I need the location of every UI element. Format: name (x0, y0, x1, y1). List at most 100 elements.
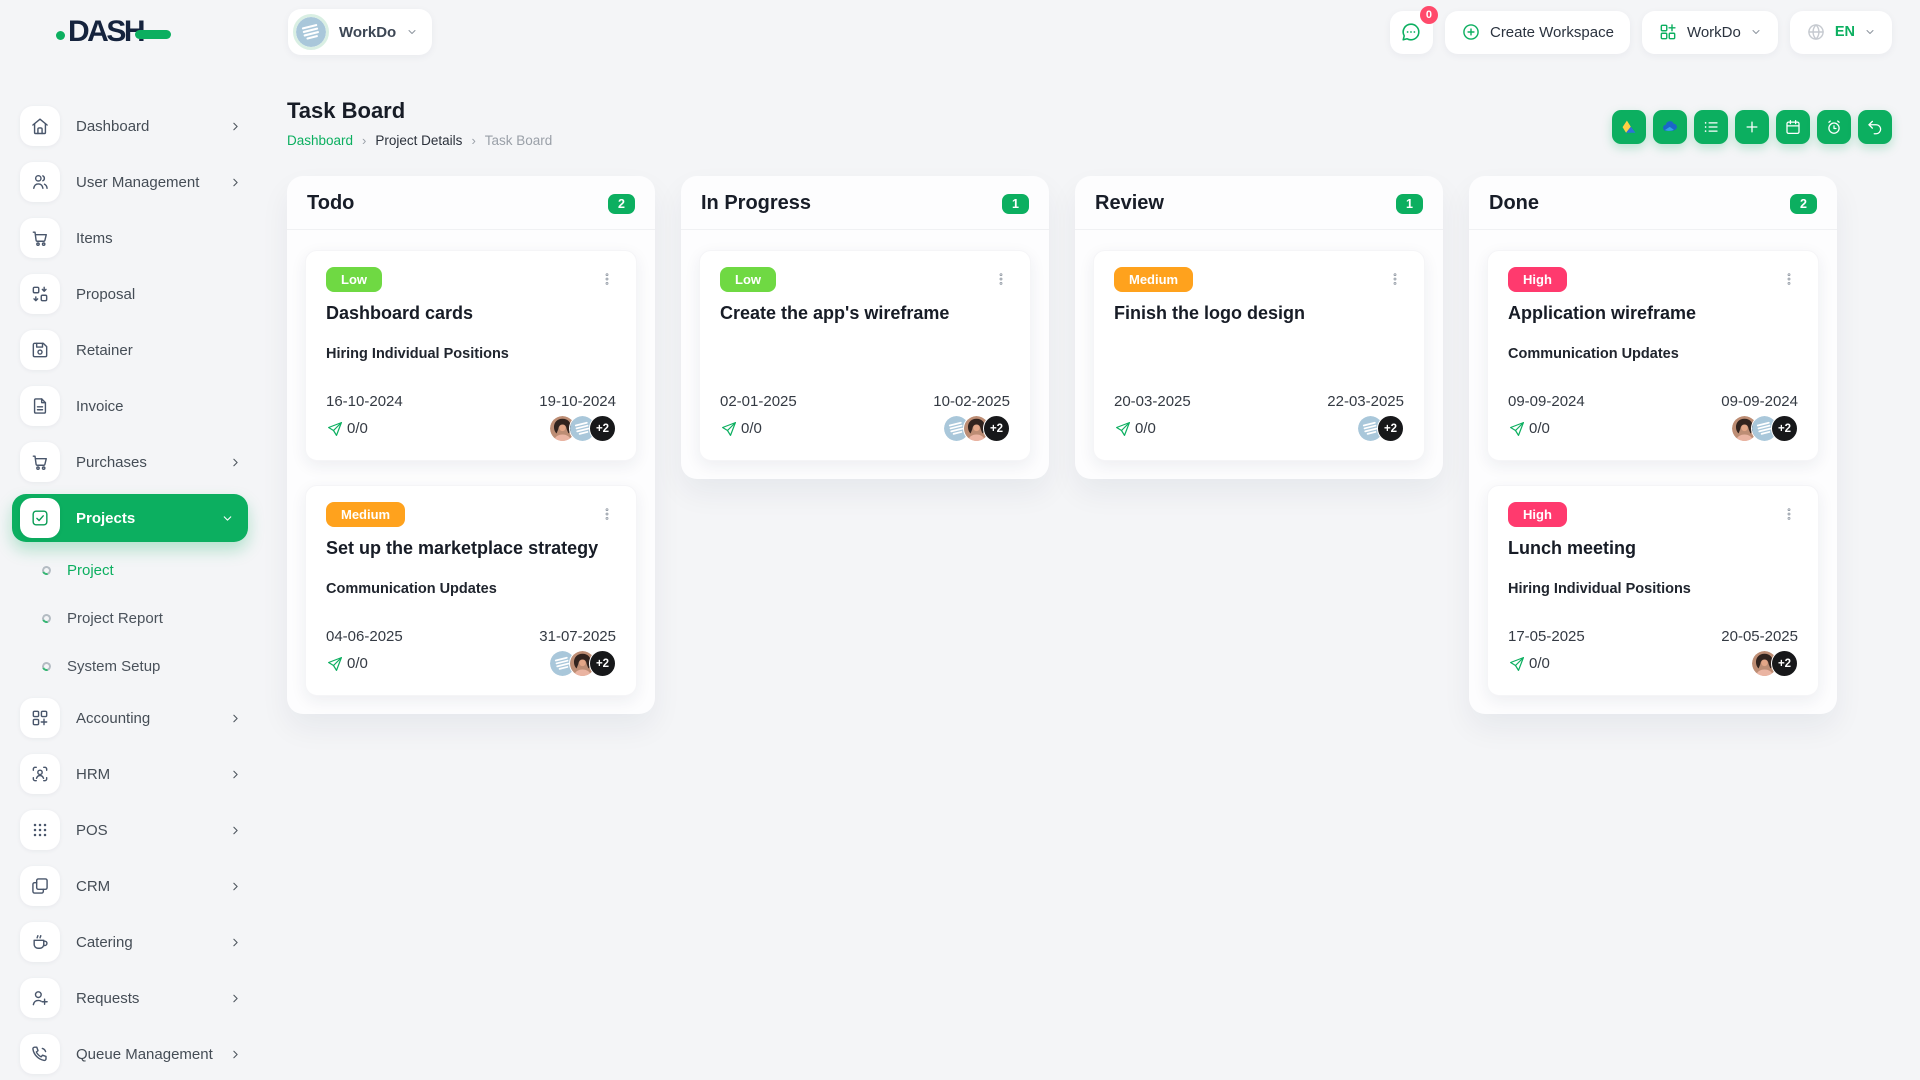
bullet-icon (40, 660, 53, 672)
column-count-badge: 1 (1002, 193, 1029, 214)
subtask-progress: 0/0 (1508, 655, 1550, 673)
sidebar-item-proposal[interactable]: Proposal (0, 266, 260, 322)
sidebar-item-hrm[interactable]: HRM (0, 746, 260, 802)
sidebar-item-label: Catering (76, 933, 133, 951)
chevron-right-icon (229, 1048, 242, 1061)
task-card[interactable]: Medium Set up the marketplace strategy C… (305, 485, 637, 696)
top-bar: WorkDo 0 Create Workspace WorkDo EN (260, 0, 1920, 64)
sidebar-subitem-project-report[interactable]: Project Report (0, 594, 260, 642)
task-title: Lunch meeting (1508, 538, 1637, 558)
app-logo[interactable]: DASH (0, 0, 260, 64)
card-menu-button[interactable] (992, 267, 1010, 291)
chevron-right-icon (229, 936, 242, 949)
sidebar-item-retainer[interactable]: Retainer (0, 322, 260, 378)
extra-assignees-badge: +2 (1771, 650, 1798, 677)
sidebar-item-user-management[interactable]: User Management (0, 154, 260, 210)
add-button[interactable] (1735, 110, 1769, 144)
chevron-right-icon (229, 992, 242, 1005)
assignee-avatars: +2 (549, 650, 616, 677)
workspace-selector[interactable]: WorkDo (288, 9, 433, 55)
list-button[interactable] (1694, 110, 1728, 144)
task-card[interactable]: Low Create the app's wireframe 02-01-202… (699, 250, 1031, 461)
home-icon (20, 106, 60, 146)
subtask-progress: 0/0 (326, 420, 368, 438)
sidebar-item-purchases[interactable]: Purchases (0, 434, 260, 490)
sidebar-item-dashboard[interactable]: Dashboard (0, 98, 260, 154)
sidebar-item-label: Items (76, 229, 113, 247)
accounting-icon (20, 698, 60, 738)
end-date: 20-05-2025 (1721, 628, 1798, 645)
sidebar-item-invoice[interactable]: Invoice (0, 378, 260, 434)
task-milestone (1114, 346, 1404, 365)
undo-icon (1866, 118, 1884, 136)
extra-assignees-badge: +2 (589, 650, 616, 677)
hrm-icon (20, 754, 60, 794)
send-icon (1508, 655, 1526, 673)
app-menu-button[interactable]: WorkDo (1641, 10, 1778, 54)
send-icon (720, 420, 738, 438)
task-milestone (720, 346, 1010, 365)
task-title: Application wireframe (1508, 303, 1697, 323)
undo-button[interactable] (1858, 110, 1892, 144)
sidebar-item-label: POS (76, 821, 108, 839)
one-drive-icon (1661, 118, 1679, 136)
kebab-icon (1388, 269, 1402, 289)
task-card[interactable]: Low Dashboard cards Hiring Individual Po… (305, 250, 637, 461)
sidebar-item-pos[interactable]: POS (0, 802, 260, 858)
sidebar-item-catering[interactable]: Catering (0, 914, 260, 970)
sidebar-item-label: Projects (76, 509, 136, 527)
breadcrumb-project-details[interactable]: Project Details (375, 133, 462, 148)
column-count-badge: 1 (1396, 193, 1423, 214)
board-column-review: Review 1 Medium Finish the logo design 2… (1075, 176, 1443, 479)
card-menu-button[interactable] (598, 502, 616, 526)
sidebar-item-items[interactable]: Items (0, 210, 260, 266)
send-icon (326, 420, 344, 438)
task-card[interactable]: High Lunch meeting Hiring Individual Pos… (1487, 485, 1819, 696)
sidebar-item-queue-management[interactable]: Queue Management (0, 1026, 260, 1080)
sidebar-subitem-project[interactable]: Project (0, 546, 260, 594)
column-title: Todo (307, 192, 355, 214)
sidebar-item-label: Dashboard (76, 117, 150, 135)
add-icon (1743, 118, 1761, 136)
timer-button[interactable] (1817, 110, 1851, 144)
task-milestone: Hiring Individual Positions (326, 346, 509, 362)
chat-icon (1400, 21, 1422, 43)
workspace-name: WorkDo (339, 23, 397, 41)
sidebar-menu: Dashboard User Management Items Proposal… (0, 98, 260, 1080)
sidebar-item-projects[interactable]: Projects (12, 494, 248, 542)
extra-assignees-badge: +2 (1377, 415, 1404, 442)
task-card[interactable]: High Application wireframe Communication… (1487, 250, 1819, 461)
card-menu-button[interactable] (1780, 267, 1798, 291)
calendar-button[interactable] (1776, 110, 1810, 144)
card-menu-button[interactable] (1780, 502, 1798, 526)
one-drive-button[interactable] (1653, 110, 1687, 144)
assignee-avatars: +2 (1731, 415, 1798, 442)
chevron-right-icon (229, 880, 242, 893)
language-selector[interactable]: EN (1789, 10, 1892, 54)
card-menu-button[interactable] (1386, 267, 1404, 291)
sidebar-subitem-system-setup[interactable]: System Setup (0, 642, 260, 690)
card-menu-button[interactable] (598, 267, 616, 291)
sidebar-item-requests[interactable]: Requests (0, 970, 260, 1026)
sidebar-item-accounting[interactable]: Accounting (0, 690, 260, 746)
column-title: Done (1489, 192, 1539, 214)
priority-badge: High (1508, 502, 1567, 527)
cart-icon (20, 218, 60, 258)
create-workspace-button[interactable]: Create Workspace (1444, 10, 1630, 54)
kebab-icon (994, 269, 1008, 289)
messages-count-badge: 0 (1419, 5, 1438, 24)
messages-button[interactable]: 0 (1389, 5, 1438, 54)
google-drive-button[interactable] (1612, 110, 1646, 144)
task-card[interactable]: Medium Finish the logo design 20-03-2025… (1093, 250, 1425, 461)
assignee-avatars: +2 (943, 415, 1010, 442)
start-date: 04-06-2025 (326, 628, 403, 645)
sidebar-item-crm[interactable]: CRM (0, 858, 260, 914)
kebab-icon (1782, 504, 1796, 524)
sidebar-item-label: Retainer (76, 341, 133, 359)
sidebar-item-label: Accounting (76, 709, 151, 727)
extra-assignees-badge: +2 (983, 415, 1010, 442)
chevron-right-icon (229, 712, 242, 725)
sidebar-item-label: User Management (76, 173, 200, 191)
breadcrumb-dashboard[interactable]: Dashboard (287, 133, 353, 148)
send-icon (1508, 420, 1526, 438)
